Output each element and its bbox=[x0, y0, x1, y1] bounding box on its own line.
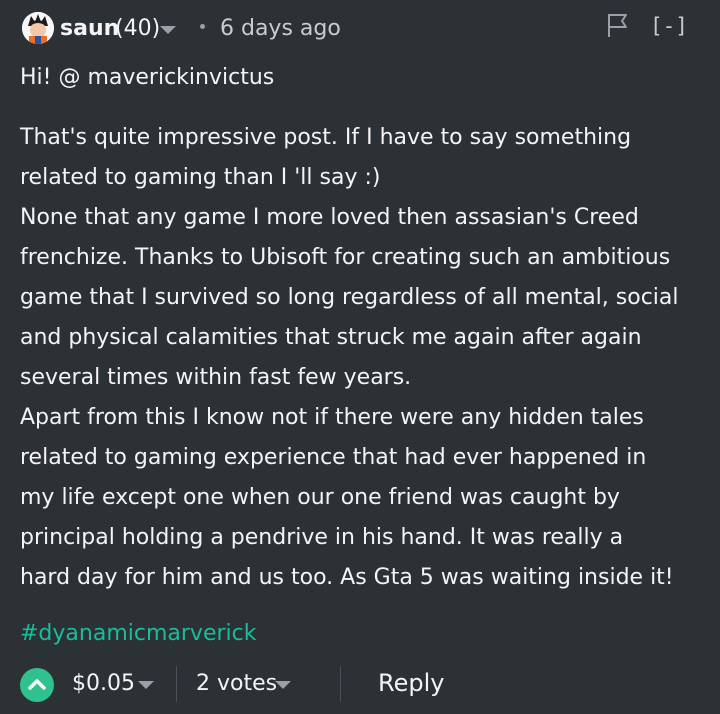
body-line: and physical calamities that struck me a… bbox=[20, 325, 642, 350]
separator-dot bbox=[200, 24, 205, 29]
body-line: principal holding a pendrive in his hand… bbox=[20, 525, 624, 550]
comment-footer: $0.05 2 votes Reply bbox=[0, 660, 720, 714]
chevron-down-icon[interactable] bbox=[275, 681, 291, 689]
upvote-chevron-icon bbox=[28, 679, 46, 690]
chevron-down-icon[interactable] bbox=[138, 681, 154, 689]
hashtag-link[interactable]: #dyanamicmarverick bbox=[20, 618, 256, 650]
footer-divider bbox=[176, 666, 177, 702]
body-line: related to gaming experience that had ev… bbox=[20, 445, 647, 470]
comment-header: saun (40) 6 days ago [-] bbox=[0, 0, 720, 58]
comment-greeting: Hi! @ maverickinvictus bbox=[20, 65, 275, 90]
body-line: my life except one when our one friend w… bbox=[20, 485, 620, 510]
upvote-button[interactable] bbox=[20, 668, 54, 702]
flag-icon[interactable] bbox=[606, 12, 630, 38]
body-line: That's quite impressive post. If I have … bbox=[20, 125, 632, 150]
body-line: several times within fast few years. bbox=[20, 365, 412, 390]
payout-value[interactable]: $0.05 bbox=[72, 668, 135, 700]
author-name[interactable]: saun bbox=[60, 14, 119, 44]
body-line: hard day for him and us too. As Gta 5 wa… bbox=[20, 565, 674, 590]
body-line: related to gaming than I 'll say :) bbox=[20, 165, 381, 190]
body-line: None that any game I more loved then ass… bbox=[20, 205, 639, 230]
reply-button[interactable]: Reply bbox=[378, 666, 444, 700]
chevron-down-icon[interactable] bbox=[160, 26, 176, 34]
body-line: Apart from this I know not if there were… bbox=[20, 405, 644, 430]
collapse-button[interactable]: [-] bbox=[650, 12, 688, 40]
comment-body: That's quite impressive post. If I have … bbox=[20, 118, 710, 598]
avatar[interactable] bbox=[22, 12, 54, 44]
body-line: game that I survived so long regardless … bbox=[20, 285, 679, 310]
author-reputation: (40) bbox=[115, 16, 161, 41]
body-line: frenchize. Thanks to Ubisoft for creatin… bbox=[20, 245, 671, 270]
votes-count[interactable]: 2 votes bbox=[196, 668, 277, 700]
footer-divider bbox=[340, 666, 341, 702]
comment-timestamp[interactable]: 6 days ago bbox=[220, 14, 341, 44]
